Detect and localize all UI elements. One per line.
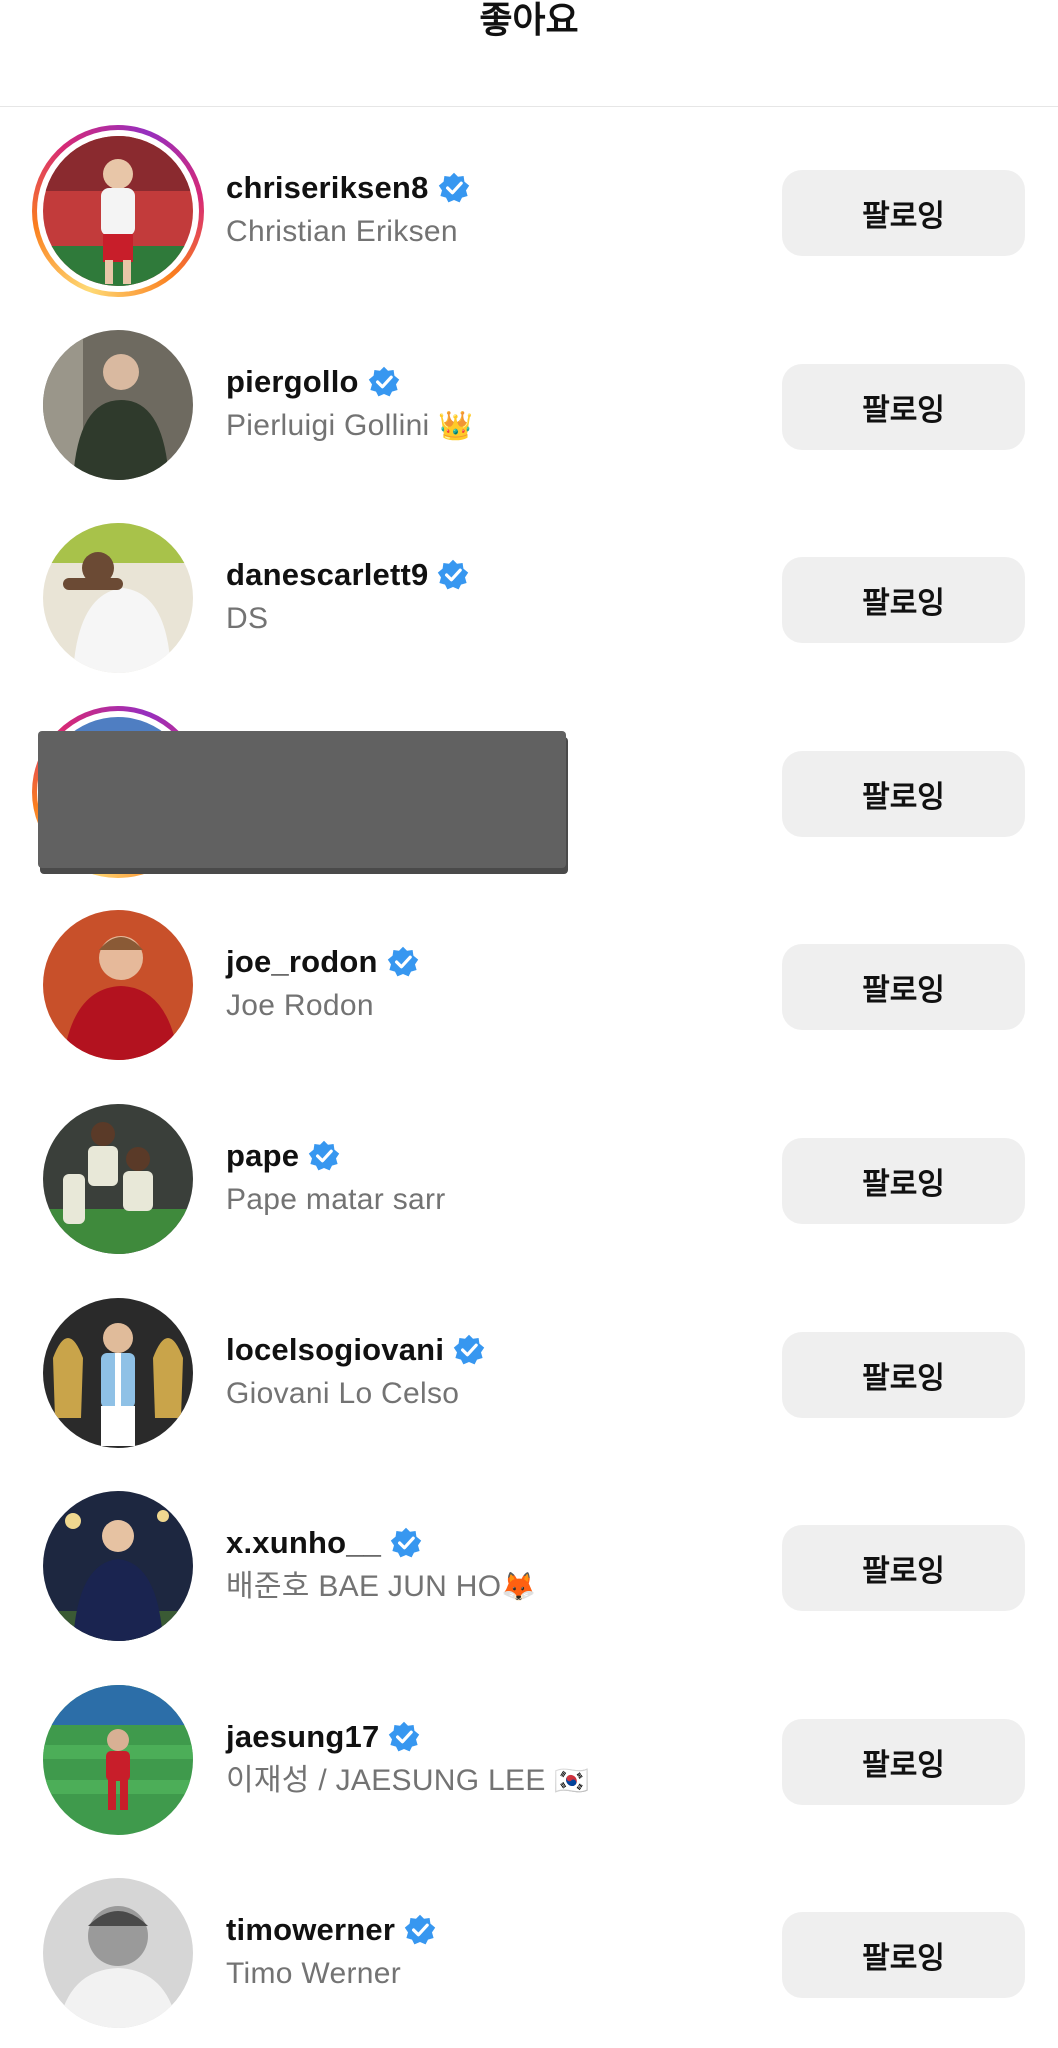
verified-badge-icon bbox=[453, 1334, 485, 1364]
following-button[interactable]: 팔로잉 bbox=[782, 1718, 1025, 1805]
list-item[interactable]: timowerner Timo Werner 팔로잉 bbox=[0, 1848, 1058, 2042]
avatar-image bbox=[43, 329, 193, 480]
full-name: Pape matar sarr bbox=[226, 1182, 446, 1216]
avatar[interactable] bbox=[32, 1287, 204, 1459]
verified-badge-icon bbox=[390, 1527, 422, 1558]
avatar[interactable] bbox=[32, 1093, 204, 1265]
likes-list: chriseriksen8 Christian Eriksen 팔로잉 pier… bbox=[0, 106, 1058, 2042]
verified-badge-icon bbox=[389, 1721, 420, 1752]
verified-badge-icon bbox=[368, 366, 399, 396]
header: 좋아요 bbox=[0, 0, 1058, 107]
verified-badge-icon bbox=[438, 172, 469, 203]
full-name: Timo Werner bbox=[226, 1957, 401, 1991]
list-item[interactable]: jaesung17 이재성 / JAESUNG LEE 🇰🇷 팔로잉 bbox=[0, 1655, 1058, 1849]
fox-emoji-icon: 🦊 bbox=[501, 1570, 537, 1604]
full-name: 배준호 BAE JUN HO🦊 bbox=[226, 1570, 537, 1604]
korea-flag-icon: 🇰🇷 bbox=[554, 1763, 590, 1797]
avatar-image bbox=[43, 1103, 193, 1254]
following-button[interactable]: 팔로잉 bbox=[782, 1137, 1025, 1224]
list-item[interactable]: x.xunho__ 배준호 BAE JUN HO🦊 팔로잉 bbox=[0, 1461, 1058, 1655]
username[interactable]: locelsogiovani bbox=[226, 1330, 444, 1370]
avatar[interactable] bbox=[32, 1867, 204, 2039]
full-name: 이재성 / JAESUNG LEE 🇰🇷 bbox=[226, 1763, 590, 1797]
username[interactable]: jaesung17 bbox=[226, 1717, 379, 1757]
following-button[interactable]: 팔로잉 bbox=[782, 170, 1025, 256]
following-button[interactable]: 팔로잉 bbox=[782, 750, 1025, 837]
list-item[interactable]: pape Pape matar sarr 팔로잉 bbox=[0, 1074, 1058, 1268]
avatar-image bbox=[43, 1684, 193, 1835]
avatar-image bbox=[43, 523, 193, 674]
full-name: Giovani Lo Celso bbox=[226, 1376, 460, 1410]
full-name: Pierluigi Gollini 👑 bbox=[226, 408, 474, 442]
username[interactable]: joe_rodon bbox=[226, 942, 378, 982]
crown-emoji-icon: 👑 bbox=[438, 408, 474, 442]
redaction-box bbox=[38, 731, 566, 868]
following-button[interactable]: 팔로잉 bbox=[782, 1912, 1025, 1999]
username[interactable]: timowerner bbox=[226, 1910, 395, 1950]
page-title: 좋아요 bbox=[479, 0, 579, 40]
avatar[interactable] bbox=[32, 899, 204, 1071]
avatar-image bbox=[43, 1878, 193, 2029]
list-item[interactable]: piergollo Pierluigi Gollini 👑 팔로잉 bbox=[0, 300, 1058, 494]
full-name: Joe Rodon bbox=[226, 989, 374, 1023]
avatar-image bbox=[43, 910, 193, 1061]
avatar[interactable] bbox=[32, 125, 204, 297]
list-item[interactable]: danescarlett9 DS 팔로잉 bbox=[0, 493, 1058, 687]
avatar-image bbox=[43, 1491, 193, 1642]
avatar[interactable] bbox=[32, 1480, 204, 1652]
username[interactable]: chriseriksen8 bbox=[226, 168, 429, 208]
list-item[interactable]: locelsogiovani Giovani Lo Celso 팔로잉 bbox=[0, 1268, 1058, 1462]
following-button[interactable]: 팔로잉 bbox=[782, 1525, 1025, 1612]
avatar[interactable] bbox=[32, 319, 204, 491]
verified-badge-icon bbox=[308, 1140, 340, 1171]
avatar-image bbox=[43, 1297, 193, 1448]
avatar-image bbox=[43, 136, 193, 286]
full-name: Christian Eriksen bbox=[226, 215, 458, 248]
avatar[interactable] bbox=[32, 1674, 204, 1846]
list-item[interactable]: chriseriksen8 Christian Eriksen 팔로잉 bbox=[0, 106, 1058, 300]
username[interactable]: danescarlett9 bbox=[226, 555, 428, 595]
username[interactable]: piergollo bbox=[226, 362, 359, 402]
likes-screen: 좋아요 chriseriksen8 Christian Eriksen 팔로잉 … bbox=[0, 0, 1058, 2048]
username[interactable]: x.xunho__ bbox=[226, 1523, 381, 1563]
full-name: DS bbox=[226, 602, 269, 636]
verified-badge-icon bbox=[404, 1915, 436, 1945]
avatar[interactable] bbox=[32, 512, 204, 684]
following-button[interactable]: 팔로잉 bbox=[782, 1331, 1025, 1418]
following-button[interactable]: 팔로잉 bbox=[782, 363, 1025, 450]
list-item[interactable]: joe_rodon Joe Rodon 팔로잉 bbox=[0, 880, 1058, 1074]
verified-badge-icon bbox=[438, 559, 469, 590]
following-button[interactable]: 팔로잉 bbox=[782, 557, 1025, 644]
following-button[interactable]: 팔로잉 bbox=[782, 944, 1025, 1031]
verified-badge-icon bbox=[387, 947, 418, 977]
username[interactable]: pape bbox=[226, 1136, 299, 1176]
